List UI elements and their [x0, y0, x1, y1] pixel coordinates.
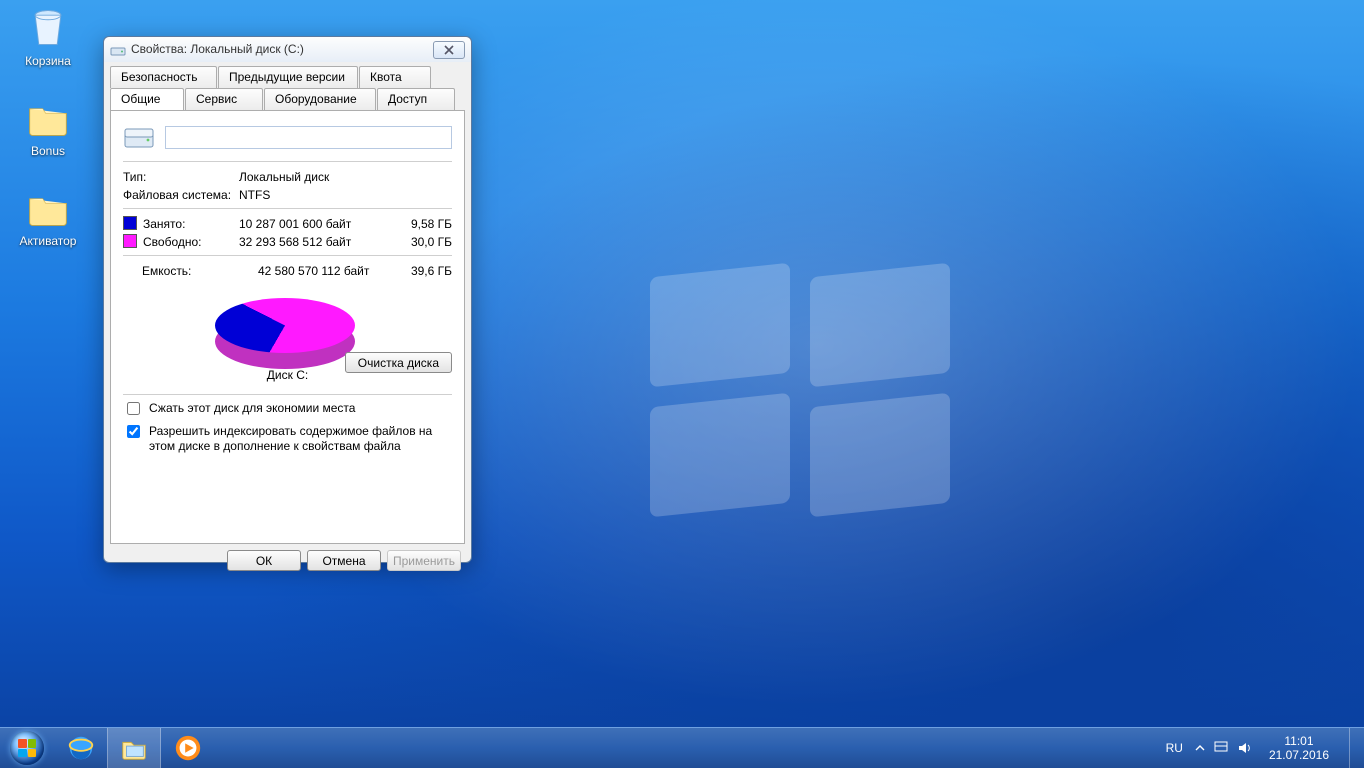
desktop-icon-label: Корзина — [8, 54, 88, 68]
titlebar[interactable]: Свойства: Локальный диск (C:) — [104, 37, 471, 62]
tab-tools[interactable]: Сервис — [185, 88, 263, 110]
tab-sharing[interactable]: Доступ — [377, 88, 455, 110]
tab-quota[interactable]: Квота — [359, 66, 431, 88]
tab-strip: Безопасность Предыдущие версии Квота Общ… — [104, 62, 471, 110]
index-checkbox-row: Разрешить индексировать содержимое файло… — [123, 424, 452, 454]
capacity-label: Емкость: — [123, 262, 258, 280]
language-indicator[interactable]: RU — [1162, 741, 1187, 755]
index-checkbox[interactable] — [127, 425, 140, 438]
disk-cleanup-button[interactable]: Очистка диска — [345, 352, 452, 373]
folder-icon — [26, 186, 70, 230]
properties-window: Свойства: Локальный диск (C:) Безопаснос… — [103, 36, 472, 563]
apply-button[interactable]: Применить — [387, 550, 461, 571]
dialog-buttons: ОК Отмена Применить — [104, 550, 471, 579]
volume-name-input[interactable] — [165, 126, 452, 149]
capacity-human: 39,6 ГБ — [392, 262, 452, 280]
type-value: Локальный диск — [239, 168, 452, 186]
drive-icon — [110, 42, 126, 58]
free-label: Свободно: — [123, 233, 239, 251]
desktop-icon-label: Bonus — [8, 144, 88, 158]
free-bytes: 32 293 568 512 байт — [239, 233, 392, 251]
tab-hardware[interactable]: Оборудование — [264, 88, 376, 110]
action-center-icon[interactable] — [1213, 740, 1229, 756]
desktop-icon-bonus[interactable]: Bonus — [8, 96, 88, 158]
used-label: Занято: — [123, 215, 239, 233]
capacity-bytes: 42 580 570 112 байт — [258, 262, 392, 280]
recycle-bin-icon — [26, 6, 70, 50]
desktop-icon-activator[interactable]: Активатор — [8, 186, 88, 248]
drive-large-icon — [123, 121, 155, 153]
type-label: Тип: — [123, 168, 239, 186]
taskbar-item-ie[interactable] — [54, 728, 107, 768]
usage-pie-chart — [215, 286, 355, 366]
clock-time: 11:01 — [1269, 734, 1329, 748]
taskbar: RU 11:01 21.07.2016 — [0, 727, 1364, 768]
compress-label[interactable]: Сжать этот диск для экономии места — [149, 401, 452, 416]
tray-show-hidden-icons[interactable] — [1195, 743, 1205, 753]
cancel-button[interactable]: Отмена — [307, 550, 381, 571]
free-human: 30,0 ГБ — [392, 233, 452, 251]
compress-checkbox-row: Сжать этот диск для экономии места — [123, 401, 452, 418]
desktop[interactable]: Корзина Bonus Активатор Свойства: Локаль… — [0, 0, 1364, 768]
taskbar-item-explorer[interactable] — [107, 728, 161, 768]
internet-explorer-icon — [66, 733, 96, 763]
show-desktop-button[interactable] — [1349, 728, 1360, 768]
tab-panel-general: Тип:Локальный диск Файловая система:NTFS… — [110, 110, 465, 544]
tab-security[interactable]: Безопасность — [110, 66, 217, 88]
clock-date: 21.07.2016 — [1269, 748, 1329, 762]
filesystem-label: Файловая система: — [123, 186, 239, 204]
folder-icon — [26, 96, 70, 140]
media-player-icon — [173, 733, 203, 763]
tab-general[interactable]: Общие — [110, 88, 184, 110]
tab-previous-versions[interactable]: Предыдущие версии — [218, 66, 358, 88]
used-human: 9,58 ГБ — [392, 215, 452, 233]
taskbar-item-media-player[interactable] — [161, 728, 214, 768]
filesystem-value: NTFS — [239, 186, 452, 204]
taskbar-clock[interactable]: 11:01 21.07.2016 — [1261, 734, 1337, 762]
compress-checkbox[interactable] — [127, 402, 140, 415]
ok-button[interactable]: ОК — [227, 550, 301, 571]
wallpaper-windows-logo — [650, 270, 970, 540]
window-title: Свойства: Локальный диск (C:) — [131, 37, 304, 62]
desktop-icon-recycle-bin[interactable]: Корзина — [8, 6, 88, 68]
used-bytes: 10 287 001 600 байт — [239, 215, 392, 233]
start-button[interactable] — [0, 728, 54, 768]
close-button[interactable] — [433, 41, 465, 59]
volume-icon[interactable] — [1237, 740, 1253, 756]
windows-start-icon — [18, 739, 36, 757]
close-icon — [443, 45, 455, 55]
desktop-icon-label: Активатор — [8, 234, 88, 248]
system-tray: RU 11:01 21.07.2016 — [1152, 728, 1364, 768]
index-label[interactable]: Разрешить индексировать содержимое файло… — [149, 424, 452, 454]
file-explorer-icon — [119, 733, 149, 763]
